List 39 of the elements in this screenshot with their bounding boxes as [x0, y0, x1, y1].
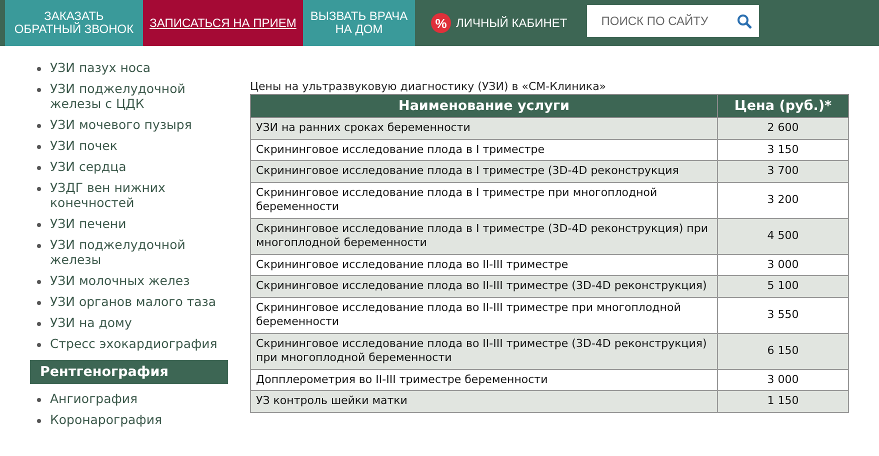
table-cell: Скрининговое исследование плода во II-III триместре (3D-4D реконструкция) при многоплодной беременности	[250, 333, 718, 369]
table-cell: Скрининговое исследование плода во II-III триместре при многоплодной беременности	[250, 297, 718, 333]
account-link[interactable]: % ЛИЧНЫЙ КАБИНЕТ	[415, 0, 580, 46]
search-field[interactable]: ПОИСК ПО САЙТУ	[587, 5, 760, 37]
table-cell: Скрининговое исследование плода в I триместре (3D-4D реконструкция) при многоплодной беременности	[250, 218, 718, 254]
sidebar-link[interactable]: УЗИ молочных желез	[50, 273, 225, 288]
sidebar-link[interactable]: Коронарография	[50, 412, 225, 427]
table-cell: 3 200	[718, 182, 848, 218]
table-cell: 4 500	[718, 218, 848, 254]
column-header: Цена (руб.)*	[718, 94, 848, 118]
sidebar-link[interactable]: УЗДГ вен нижних конечностей	[50, 180, 225, 210]
table-cell: УЗИ на ранних сроках беременности	[250, 118, 718, 139]
sidebar-link[interactable]: УЗИ поджелудочной железы	[50, 237, 225, 267]
section-heading: Рентгенография	[30, 360, 228, 384]
header-button[interactable]: ЗАПИСАТЬСЯ НА ПРИЕМ	[143, 0, 303, 46]
table-cell: 5 100	[718, 276, 848, 297]
sidebar-link[interactable]: Стресс эхокардиография	[50, 336, 225, 351]
table-cell: 3 700	[718, 160, 848, 182]
sidebar-link[interactable]: УЗИ почек	[50, 138, 225, 153]
search-icon[interactable]	[737, 14, 752, 29]
table-caption: Цены на ультразвуковую диагностику (УЗИ) в «СМ-Клиника»	[250, 80, 608, 93]
sidebar-link[interactable]: УЗИ органов малого таза	[50, 294, 225, 309]
sidebar-link[interactable]: УЗИ поджелудочной железы с ЦДК	[50, 81, 225, 111]
percent-icon: %	[431, 13, 451, 33]
table-cell: 3 550	[718, 297, 848, 333]
column-header: Наименование услуги	[250, 94, 718, 118]
sidebar-link[interactable]: УЗИ печени	[50, 216, 225, 231]
table-cell: Скрининговое исследование плода во II-III триместре (3D-4D реконструкция)	[250, 276, 718, 297]
table-cell: Скрининговое исследование плода в I триместре при многоплодной беременности	[250, 182, 718, 218]
sidebar-link[interactable]: УЗИ пазух носа	[50, 60, 225, 75]
table-cell: Скрининговое исследование плода в I триместре (3D-4D реконструкция	[250, 160, 718, 182]
sidebar-link[interactable]: УЗИ сердца	[50, 159, 225, 174]
table-cell: УЗ контроль шейки матки	[250, 390, 718, 412]
sidebar-link[interactable]: УЗИ на дому	[50, 315, 225, 330]
sidebar-link[interactable]: Ангиография	[50, 391, 225, 406]
table-cell: 6 150	[718, 333, 848, 369]
table-cell: 2 600	[718, 118, 848, 139]
sidebar-link[interactable]: УЗИ мочевого пузыря	[50, 117, 225, 132]
table-cell: 1 150	[718, 390, 848, 412]
